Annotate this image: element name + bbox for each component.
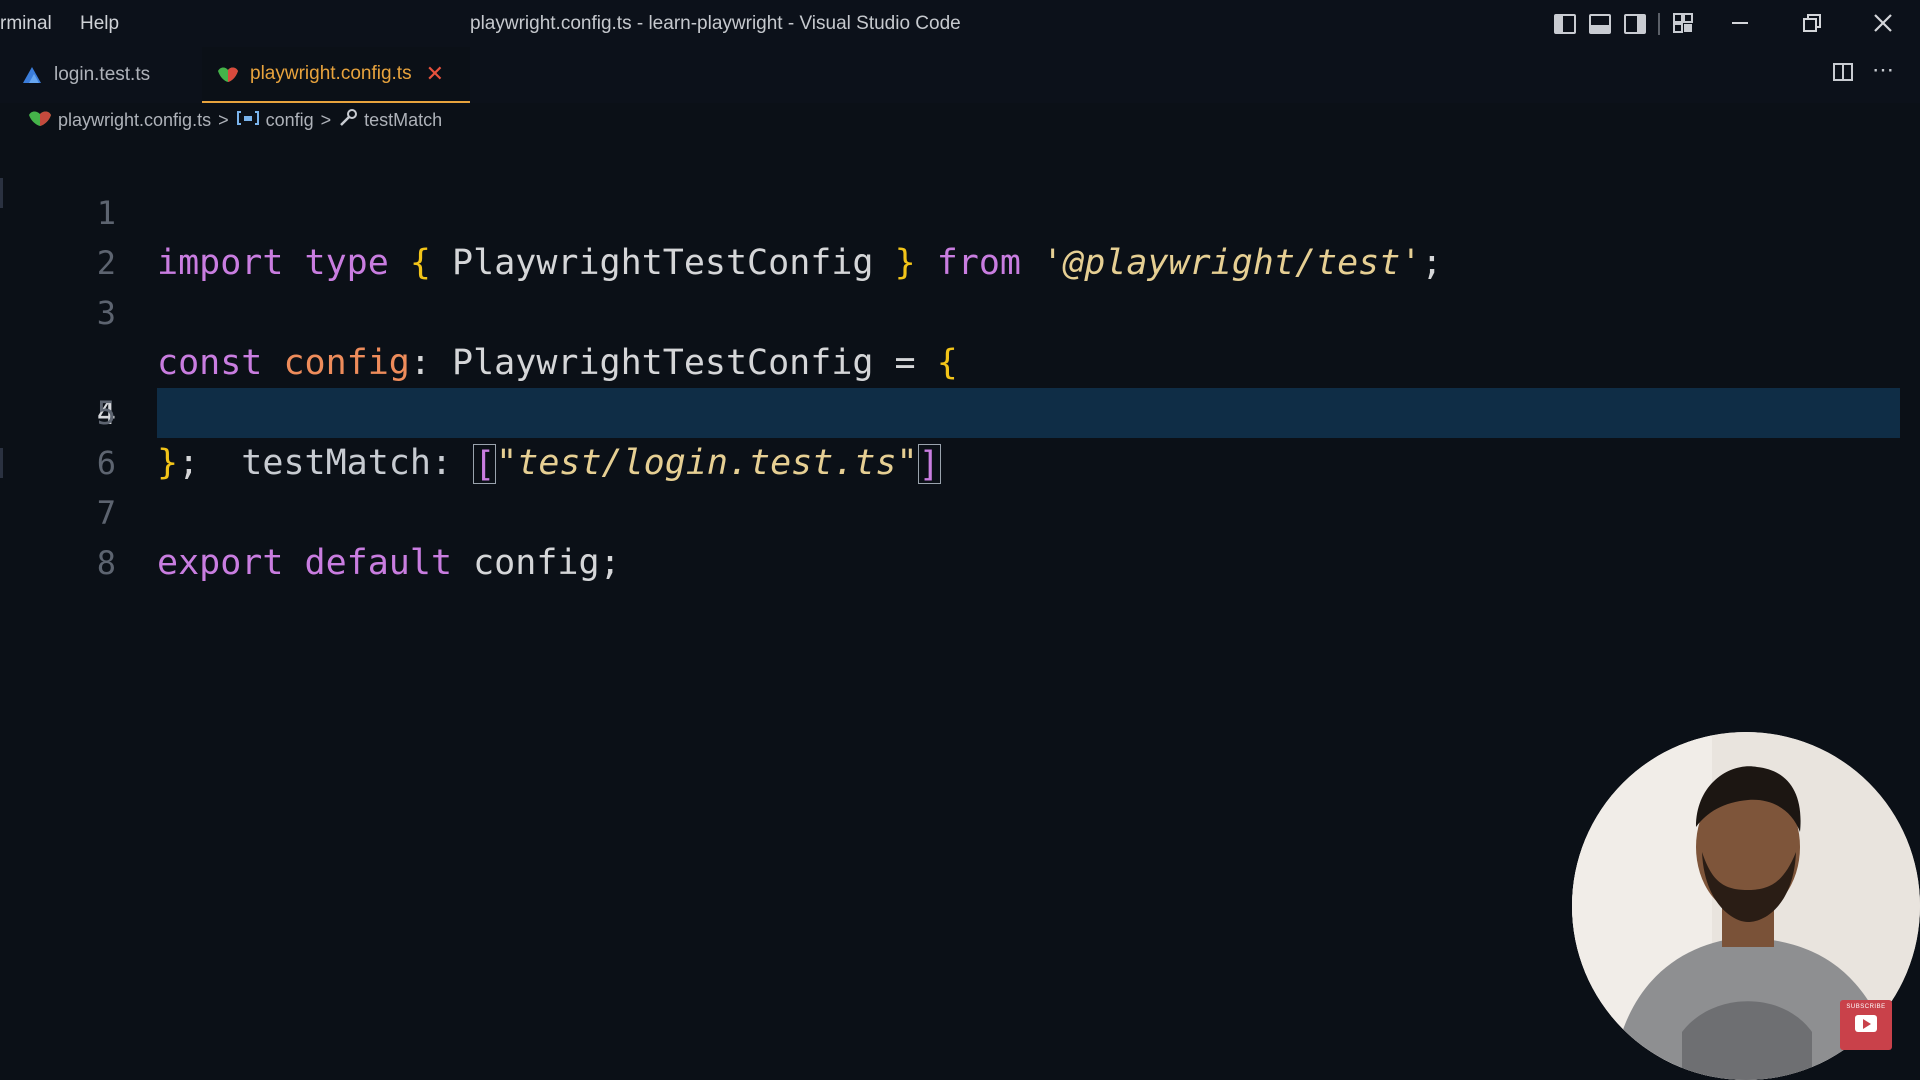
playwright-icon — [28, 109, 52, 132]
breadcrumb-property-label: testMatch — [364, 109, 443, 130]
breadcrumb: playwright.config.ts > config > testMatc… — [28, 106, 442, 134]
line-number: 8 — [96, 544, 116, 582]
vscode-window: rminal Help playwright.config.ts - learn… — [0, 0, 1920, 1080]
more-actions-icon[interactable]: ⋯ — [1872, 57, 1894, 83]
menu-terminal[interactable]: rminal — [0, 13, 52, 35]
code-line-1: 1 import type { PlaywrightTestConfig } f… — [0, 138, 1920, 283]
tab-playwright-config[interactable]: playwright.config.ts ✕ — [202, 47, 470, 103]
subscribe-badge[interactable]: SUBSCRIBE — [1840, 1000, 1892, 1050]
breadcrumb-file[interactable]: playwright.config.ts — [28, 109, 211, 132]
close-tab-icon[interactable]: ✕ — [426, 63, 444, 85]
code-line-7: 7 export default config; — [0, 438, 1920, 583]
test-file-icon — [20, 63, 44, 87]
wrench-icon — [338, 108, 358, 133]
editor-tab-bar: login.test.ts playwright.config.ts ✕ ⋯ — [0, 47, 1920, 103]
tab-label: login.test.ts — [54, 64, 151, 85]
window-title: playwright.config.ts - learn-playwright … — [470, 13, 961, 34]
breadcrumb-separator: > — [218, 109, 229, 130]
toggle-panel-icon[interactable] — [1589, 14, 1611, 34]
playwright-icon — [216, 62, 240, 86]
variable-icon — [236, 109, 260, 132]
code-line-5: 5 }; — [0, 338, 1920, 483]
breadcrumb-separator: > — [320, 109, 332, 130]
code-line-2: 2 — [0, 188, 1920, 282]
identifier: config; — [473, 543, 621, 583]
title-divider — [1658, 13, 1660, 35]
minimize-icon[interactable] — [1725, 8, 1755, 38]
code-line-6: 6 — [0, 388, 1920, 482]
keyword-export: export — [157, 543, 284, 583]
code-text: export default config; — [157, 538, 621, 588]
code-line-4: 4 testMatch: ["test/login.test.ts"] — [0, 288, 1920, 485]
breadcrumb-file-label: playwright.config.ts — [58, 109, 212, 130]
breadcrumb-symbol[interactable]: config — [236, 109, 314, 132]
menu-help[interactable]: Help — [80, 13, 119, 35]
play-icon — [1855, 1015, 1877, 1032]
close-window-icon[interactable] — [1868, 8, 1898, 38]
toggle-secondary-sidebar-icon[interactable] — [1624, 14, 1646, 34]
split-editor-icon[interactable] — [1832, 61, 1854, 88]
title-bar: rminal Help playwright.config.ts - learn… — [0, 0, 1920, 47]
breadcrumb-property[interactable]: testMatch — [338, 108, 442, 133]
restore-icon[interactable] — [1797, 8, 1827, 38]
code-line-3: 3 const config: PlaywrightTestConfig = { — [0, 238, 1920, 383]
subscribe-label: SUBSCRIBE — [1846, 1004, 1886, 1010]
keyword-default: default — [304, 543, 453, 583]
tab-label: playwright.config.ts — [250, 63, 412, 84]
toggle-primary-sidebar-icon[interactable] — [1554, 14, 1576, 34]
tab-login-test[interactable]: login.test.ts — [0, 47, 200, 103]
customize-layout-icon[interactable] — [1668, 8, 1698, 38]
code-editor[interactable]: 1 import type { PlaywrightTestConfig } f… — [0, 138, 1920, 583]
code-line-8: 8 — [0, 488, 1920, 582]
breadcrumb-symbol-label: config — [265, 109, 314, 130]
